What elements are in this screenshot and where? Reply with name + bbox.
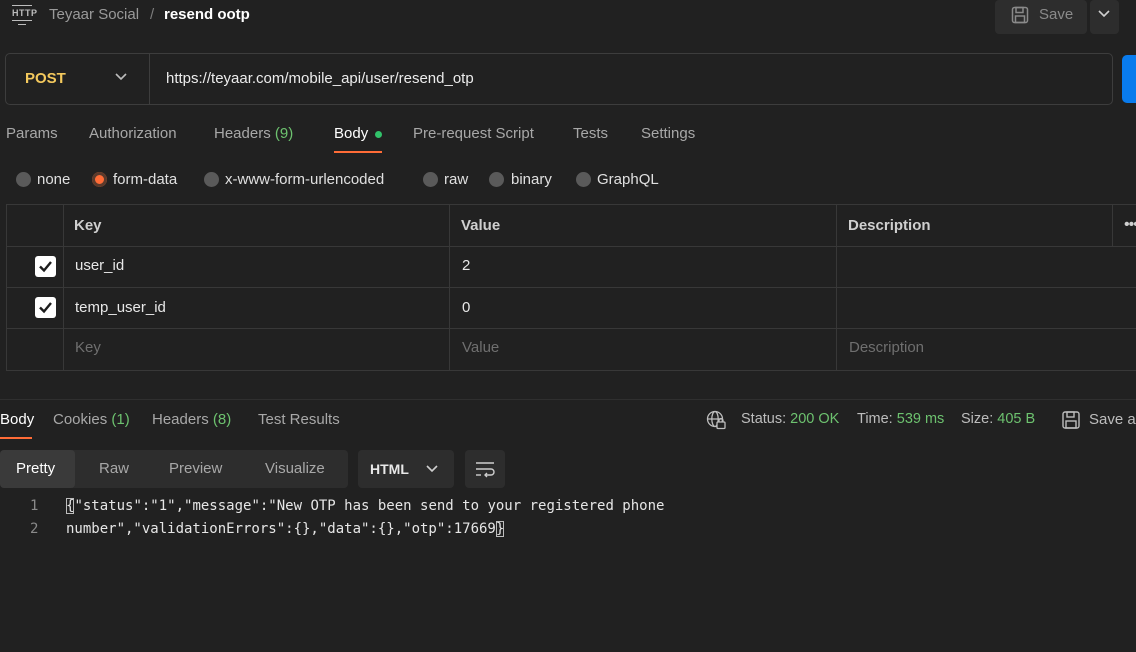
col-divider [836,204,837,370]
radio-none-label[interactable]: none [37,171,70,188]
wrap-icon [476,462,495,478]
status-label: Status: [741,411,787,427]
size-text[interactable]: Size: 405 B [961,411,1035,427]
code-line[interactable]: number","validationErrors":{},"data":{},… [66,521,505,537]
column-header-value: Value [461,217,501,234]
response-tab-body[interactable]: Body [0,411,34,428]
active-tab-underline [334,151,382,153]
tab-headers-label: Headers [214,125,271,142]
status-text[interactable]: Status: 200 OK [741,411,839,427]
code-line[interactable]: {"status":"1","message":"New OTP has bee… [66,498,664,514]
format-label: HTML [370,461,409,477]
param-value[interactable]: 0 [462,299,470,316]
request-title[interactable]: resend ootp [164,6,250,23]
line-number: 2 [30,521,39,537]
view-pretty[interactable]: Pretty [16,460,55,477]
save-icon [1011,6,1029,24]
col-divider [6,204,7,370]
tab-headers-count: (9) [274,125,294,142]
view-raw[interactable]: Raw [99,460,129,477]
radio-raw-label[interactable]: raw [444,171,468,188]
column-header-description: Description [848,217,931,234]
send-button[interactable] [1122,55,1136,103]
param-key[interactable]: temp_user_id [75,299,166,316]
save-options-button[interactable] [1090,0,1119,34]
tab-tests[interactable]: Tests [573,125,608,142]
new-key-input[interactable]: Key [75,339,101,356]
response-tab-test-results[interactable]: Test Results [258,411,340,428]
divider [149,54,150,104]
save-icon[interactable] [1061,410,1081,430]
radio-form-data-label[interactable]: form-data [113,171,177,188]
new-description-input[interactable]: Description [849,339,924,356]
save-response-button[interactable]: Save a [1089,411,1136,428]
active-tab-underline [0,437,32,439]
radio-urlencoded[interactable] [204,172,219,187]
response-tab-cookies[interactable]: Cookies (1) [53,411,130,428]
code-text: number","validationErrors":{},"data":{},… [66,521,496,537]
tab-authorization[interactable]: Authorization [89,125,177,142]
globe-lock-icon[interactable] [706,410,726,430]
size-value: 405 B [997,411,1036,427]
param-value[interactable]: 2 [462,257,470,274]
row-checkbox[interactable] [35,297,56,318]
row-divider [6,287,1136,288]
save-button[interactable]: Save [995,0,1087,34]
save-label: Save [1039,6,1074,23]
response-divider[interactable] [0,399,1136,400]
check-icon [39,302,52,314]
radio-none[interactable] [16,172,31,187]
tab-params[interactable]: Params [6,125,58,142]
view-visualize[interactable]: Visualize [265,460,325,477]
row-divider [6,246,1136,247]
breadcrumb-separator: / [150,6,155,23]
radio-urlencoded-label[interactable]: x-www-form-urlencoded [225,171,384,188]
response-tab-headers-count: (8) [212,411,232,428]
response-tab-headers-label: Headers [152,411,209,428]
row-divider [6,328,1136,329]
radio-binary[interactable] [489,172,504,187]
chevron-down-icon [426,465,438,473]
status-value: 200 OK [790,411,840,427]
radio-graphql-label[interactable]: GraphQL [597,171,659,188]
http-icon: HTTP [10,3,37,27]
radio-graphql[interactable] [576,172,591,187]
wrap-lines-button[interactable] [465,450,505,488]
code-text: "status":"1","message":"New OTP has been… [74,498,665,514]
new-value-input[interactable]: Value [462,339,499,356]
check-icon [39,261,52,273]
more-icon[interactable]: ••• [1124,216,1136,234]
size-label: Size: [961,411,994,427]
radio-raw[interactable] [423,172,438,187]
chevron-down-icon [1098,10,1110,18]
col-divider [63,204,64,370]
col-divider [1112,204,1113,246]
chevron-down-icon[interactable] [115,73,127,81]
time-value: 539 ms [896,411,945,427]
col-divider [449,204,450,370]
tab-pre-request-script[interactable]: Pre-request Script [413,125,534,142]
view-preview[interactable]: Preview [169,460,222,477]
url-input[interactable]: https://teyaar.com/mobile_api/user/resen… [166,70,474,87]
brace-match: } [495,521,505,537]
time-label: Time: [857,411,893,427]
radio-binary-label[interactable]: binary [511,171,552,188]
param-key[interactable]: user_id [75,257,124,274]
body-indicator-dot [375,131,382,138]
column-header-key: Key [74,217,102,234]
url-bar: POST https://teyaar.com/mobile_api/user/… [5,53,1113,105]
radio-form-data[interactable] [92,172,107,187]
tab-settings[interactable]: Settings [641,125,695,142]
response-tab-cookies-count: (1) [111,411,130,428]
tab-headers[interactable]: Headers (9) [214,125,293,142]
tab-body[interactable]: Body [334,125,368,142]
breadcrumb-collection[interactable]: Teyaar Social [49,6,139,23]
line-number: 1 [30,498,39,514]
row-checkbox[interactable] [35,256,56,277]
method-select[interactable]: POST [25,70,66,87]
time-text[interactable]: Time: 539 ms [857,411,944,427]
response-tab-headers[interactable]: Headers (8) [152,411,231,428]
response-tab-cookies-label: Cookies [53,411,108,428]
